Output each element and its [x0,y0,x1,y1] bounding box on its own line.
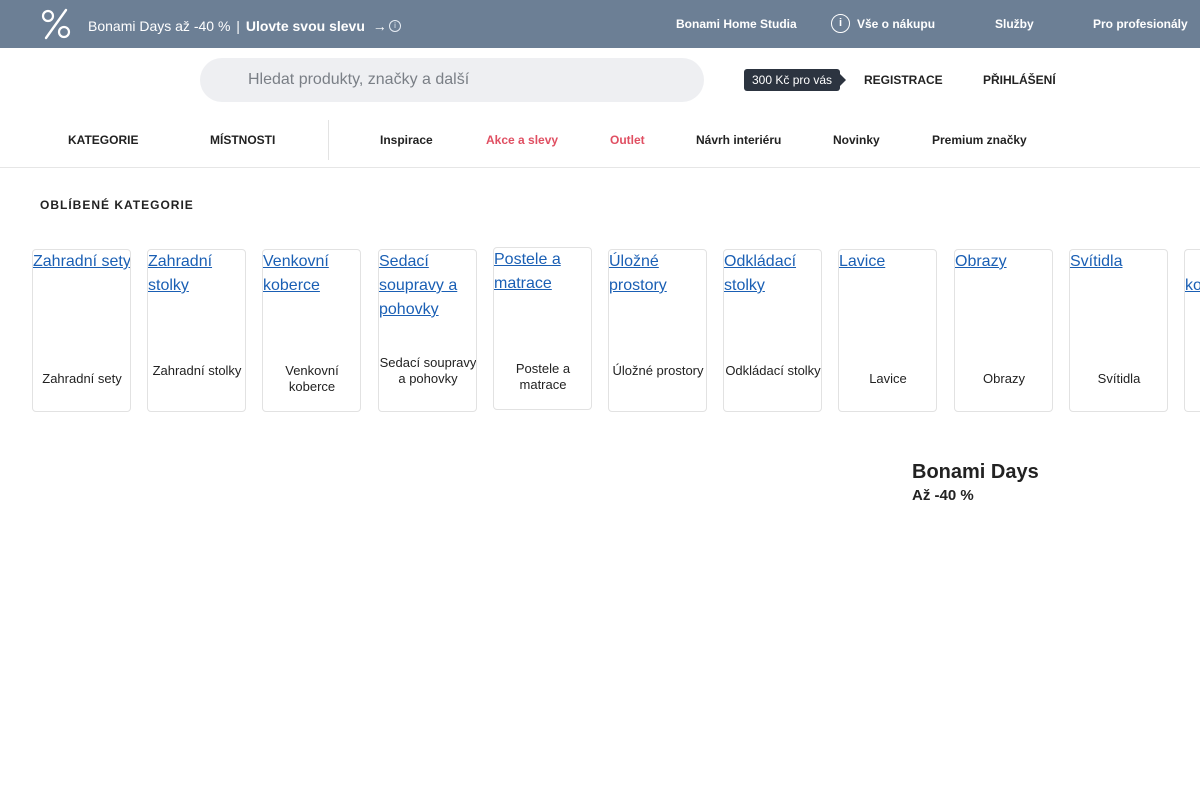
category-image-alt: Zahradní stolky [148,253,213,294]
category-card-postele-a-matrace[interactable]: Postele a matrace Postele a matrace [493,247,592,410]
category-image: Sedací soupravy a pohovky [379,250,476,322]
category-image-alt: Odkládací stolky [724,253,797,294]
category-label: Sedací soupravy a pohovky [379,355,477,386]
category-image: Postele a matrace [494,248,591,296]
category-card-lavice[interactable]: Lavice Lavice [838,249,937,412]
arrow-right-icon: → [372,18,387,34]
promo-banner-link[interactable]: Bonami Days až -40 % | Ulovte svou slevu… [88,18,387,34]
register-link[interactable]: REGISTRACE [864,73,943,87]
category-image-alt: Zahradní sety [33,253,131,270]
category-image-alt: Svítidla [1070,253,1123,270]
nav-inspirace[interactable]: Inspirace [380,133,433,147]
bonus-badge: 300 Kč pro vás [744,69,847,91]
category-image: Úložné prostory [609,250,706,298]
category-label: Venkovní koberce [285,363,339,394]
category-image-alt: Postele a matrace [494,251,561,292]
percent-icon[interactable] [40,7,72,41]
nav-divider [328,120,329,160]
category-card-zahradni-sety[interactable]: Zahradní sety Zahradní sety [32,249,131,412]
category-label: Úložné prostory [612,363,704,378]
section-title-oblibene: OBLÍBENÉ KATEGORIE [40,198,194,212]
login-link[interactable]: PŘIHLÁŠENÍ [983,73,1056,87]
link-home-studia[interactable]: Bonami Home Studia [676,17,797,31]
category-card-partial[interactable]: ko [1184,249,1200,412]
category-image-alt: ko [1185,277,1200,294]
promo-text: Bonami Days až -40 % [88,18,231,34]
category-label: Zahradní sety [42,371,122,386]
promo-block-title: Bonami Days [912,461,1039,483]
promo-separator: | [236,18,240,34]
category-label: Postele a matrace [515,361,571,392]
category-image: Odkládací stolky [724,250,821,298]
category-card-venkovni-koberce[interactable]: Venkovní koberce Venkovní koberce [262,249,361,412]
nav-kategorie[interactable]: KATEGORIE [68,133,138,147]
category-image: Zahradní sety [33,250,131,274]
category-image: Lavice [839,250,936,274]
category-label: Zahradní stolky [152,363,242,378]
promo-block-subtitle: Až -40 % [912,487,974,504]
category-label: Odkládací stolky [725,363,821,378]
nav-premium-znacky[interactable]: Premium značky [932,133,1027,147]
category-image-alt: Lavice [839,253,886,270]
search-icon [220,72,233,85]
category-card-zahradni-stolky[interactable]: Zahradní stolky Zahradní stolky [147,249,246,412]
promo-cta[interactable]: Ulovte svou slevu [246,18,365,34]
category-image-alt: Sedací soupravy a pohovky [379,253,458,318]
search-bar[interactable] [200,58,704,102]
nav-outlet[interactable]: Outlet [610,133,645,147]
category-image: Venkovní koberce [263,250,360,298]
category-label: Lavice [869,371,907,386]
nav-akce-a-slevy[interactable]: Akce a slevy [486,133,558,147]
category-label: Obrazy [983,371,1025,386]
category-image: Svítidla [1070,250,1167,274]
link-vse-o-nakupu[interactable]: Vše o nákupu [857,17,935,31]
category-image: ko [1185,274,1200,298]
info-icon[interactable]: i [389,20,401,32]
category-card-svitidla[interactable]: Svítidla Svítidla [1069,249,1168,412]
category-image-alt: Úložné prostory [609,253,667,294]
category-image-alt: Obrazy [955,253,1007,270]
link-sluzby[interactable]: Služby [995,17,1034,31]
top-promo-bar: Bonami Days až -40 % | Ulovte svou slevu… [0,0,1200,48]
category-card-odkladaci-stolky[interactable]: Odkládací stolky Odkládací stolky [723,249,822,412]
category-image-alt: Venkovní koberce [263,253,329,294]
category-image: Obrazy [955,250,1052,274]
nav-navrh-interieru[interactable]: Návrh interiéru [696,133,781,147]
category-card-ulozne-prostory[interactable]: Úložné prostory Úložné prostory [608,249,707,412]
main-nav: KATEGORIE MÍSTNOSTI Inspirace Akce a sle… [0,112,1200,168]
category-card-obrazy[interactable]: Obrazy Obrazy [954,249,1053,412]
link-pro-profesionaly[interactable]: Pro profesionály [1093,17,1188,31]
nav-novinky[interactable]: Novinky [833,133,880,147]
search-input[interactable] [248,58,688,102]
category-label: Svítidla [1097,371,1141,386]
category-card-sedaci-soupravy[interactable]: Sedací soupravy a pohovky Sedací souprav… [378,249,477,412]
nav-mistnosti[interactable]: MÍSTNOSTI [210,133,275,147]
category-image: Zahradní stolky [148,250,245,298]
info-circle-icon: i [831,14,850,33]
